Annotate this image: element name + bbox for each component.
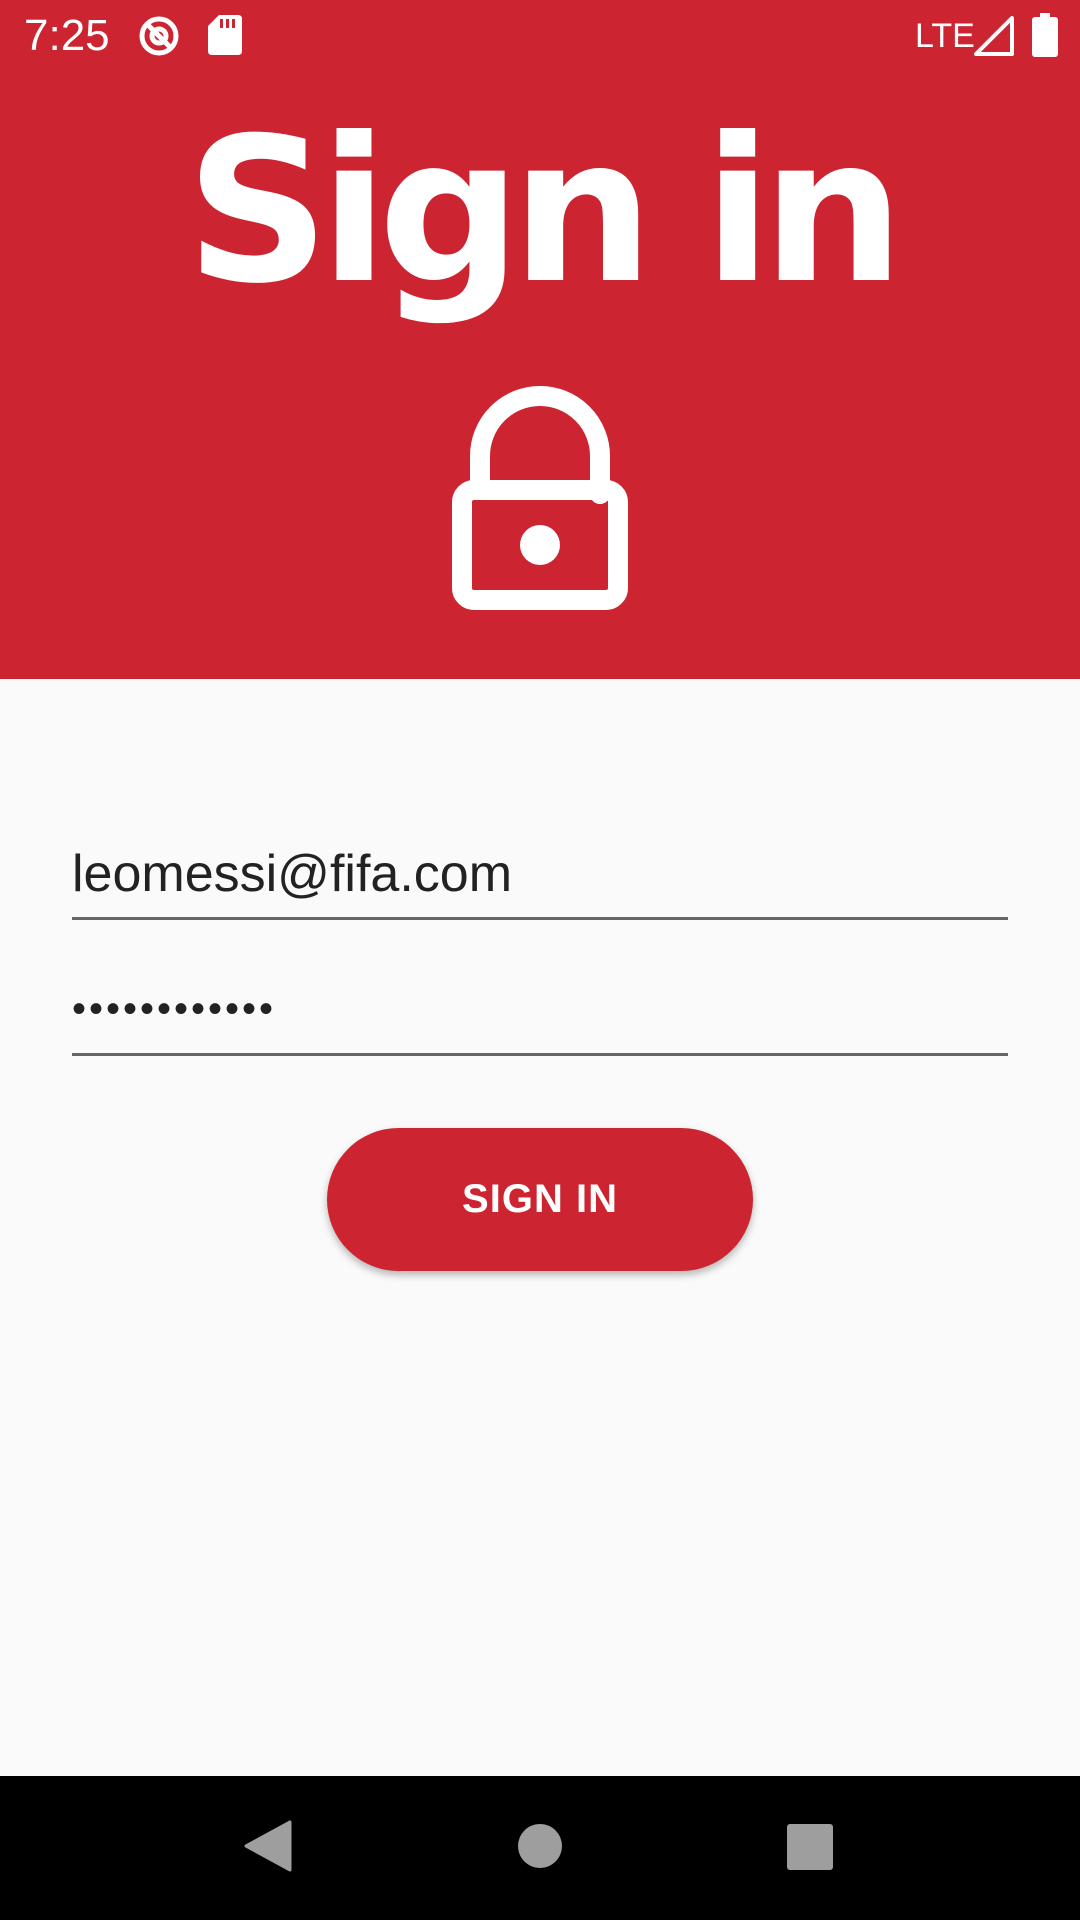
- network-type: LTE: [915, 17, 975, 55]
- status-bar: 7:25 LTE: [0, 0, 1080, 72]
- sign-in-button[interactable]: SIGN IN: [327, 1128, 753, 1271]
- navigation-bar: [0, 1776, 1080, 1920]
- status-time: 7:25: [24, 11, 110, 60]
- header-banner: Sign in: [0, 72, 1080, 679]
- sd-card-icon: [208, 15, 242, 55]
- recents-icon[interactable]: [787, 1824, 833, 1870]
- page-title: Sign in: [185, 95, 905, 328]
- lock-open-icon: [452, 386, 628, 610]
- data-saver-icon: [139, 16, 179, 56]
- home-icon[interactable]: [518, 1824, 562, 1868]
- email-field[interactable]: [72, 830, 1008, 920]
- signal-icon: [974, 16, 1014, 56]
- battery-icon: [1032, 13, 1058, 57]
- sign-in-screen: 7:25 LTE Sign in leomessi@fifa.com •••••…: [0, 0, 1080, 1920]
- password-field[interactable]: [72, 966, 1008, 1056]
- back-icon[interactable]: [244, 1820, 292, 1872]
